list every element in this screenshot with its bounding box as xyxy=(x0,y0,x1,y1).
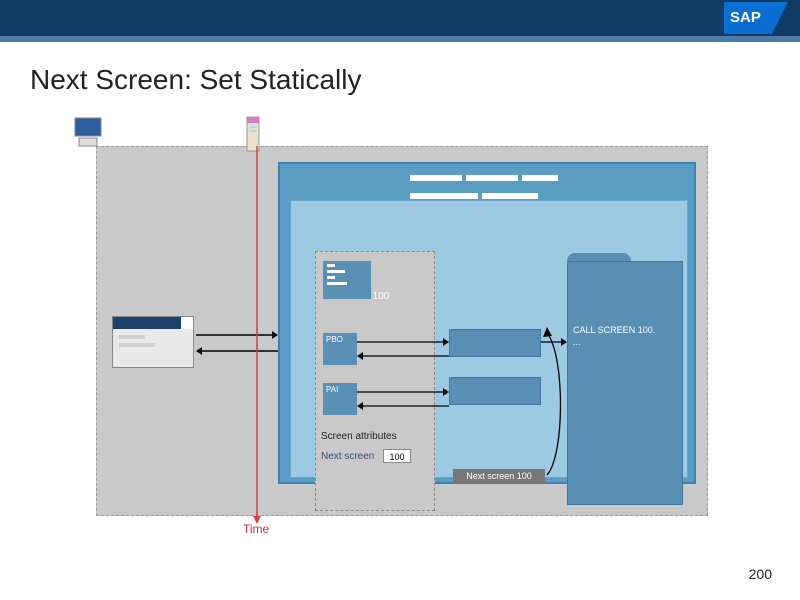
next-screen-badge: Next screen 100 xyxy=(453,469,545,483)
page-title: Next Screen: Set Statically xyxy=(30,64,361,96)
header-bar: SAP xyxy=(0,0,800,36)
screen-number: 100 xyxy=(357,291,405,303)
pbo-module-box xyxy=(449,329,541,357)
sap-system-frame: 100 PBO PAI Screen attributes Next scree… xyxy=(278,162,696,484)
user-arrow-right xyxy=(196,330,278,340)
monitor-icon xyxy=(73,116,107,152)
sap-logo-icon: SAP xyxy=(724,2,788,34)
code-ellipsis: ... xyxy=(573,337,581,347)
call-screen-text: CALL SCREEN 100. xyxy=(573,325,655,335)
program-container: 100 PBO PAI Screen attributes Next scree… xyxy=(290,200,688,478)
svg-text:SAP: SAP xyxy=(730,9,761,26)
user-arrow-left xyxy=(196,346,278,356)
pai-box: PAI xyxy=(323,383,357,415)
abap-code-block xyxy=(567,261,683,505)
next-screen-label: Next screen xyxy=(321,451,374,462)
pbo-box: PBO xyxy=(323,333,357,365)
pai-to-module-arrow xyxy=(357,387,449,397)
user-screen-panel xyxy=(112,316,194,368)
accent-bar xyxy=(0,36,800,42)
next-screen-curved-arrow xyxy=(543,325,573,475)
module-to-pbo-arrow xyxy=(357,351,449,361)
time-axis-arrow xyxy=(253,146,261,524)
time-label: Time xyxy=(243,522,269,536)
pai-module-box xyxy=(449,377,541,405)
next-screen-value: 100 xyxy=(383,449,411,463)
module-to-pai-arrow xyxy=(357,401,449,411)
page-number: 200 xyxy=(749,566,772,582)
pbo-to-module-arrow xyxy=(357,337,449,347)
screen-attributes-label: Screen attributes xyxy=(321,431,397,442)
